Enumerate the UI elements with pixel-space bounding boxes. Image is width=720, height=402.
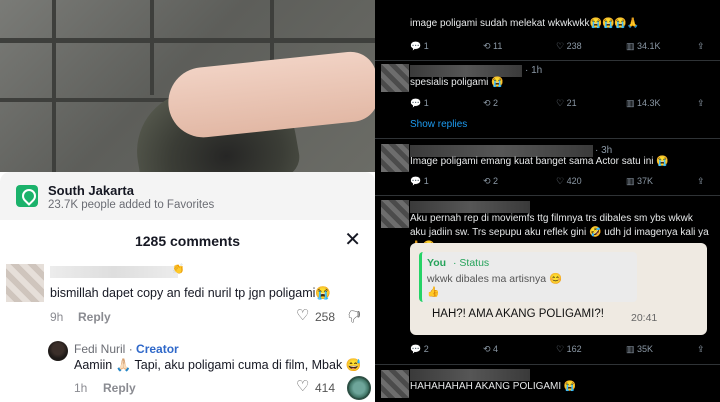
creator-badge: Creator [136, 342, 179, 356]
like-action[interactable]: ♡ 162 [556, 344, 582, 355]
reply-action[interactable]: 💬 1 [410, 41, 429, 52]
divider [375, 138, 720, 139]
close-icon[interactable]: ✕ [344, 229, 361, 251]
comments-count-title: 1285 comments [134, 233, 241, 249]
views-action[interactable]: ▥ 14.3K [626, 98, 661, 109]
like-count: 258 [315, 310, 336, 324]
tweet-avatar[interactable] [381, 370, 409, 398]
tweet-avatar[interactable] [381, 64, 409, 92]
location-favorites: 23.7K people added to Favorites [48, 199, 215, 211]
tweet-avatar[interactable] [381, 144, 409, 172]
hand-image [164, 49, 375, 141]
heart-icon[interactable]: ♡ [296, 377, 309, 395]
reply-action[interactable]: 💬 1 [410, 176, 429, 187]
commenter-name-emoji: 👏 [172, 264, 185, 275]
location-name: South Jakarta [48, 183, 134, 198]
share-action[interactable]: ⇪ [697, 98, 705, 109]
reply-action[interactable]: 💬 2 [410, 344, 429, 355]
location-bar[interactable]: South Jakarta 23.7K people added to Favo… [0, 172, 375, 220]
share-action[interactable]: ⇪ [697, 176, 705, 187]
sticker-icon[interactable] [347, 376, 371, 400]
creator-name: Fedi Nuril [74, 342, 126, 356]
creator-comment-age: 1h [74, 381, 88, 395]
show-replies-link[interactable]: Show replies [410, 119, 467, 130]
location-pin-icon [16, 185, 38, 207]
divider [375, 364, 720, 365]
comment-text: bismillah dapet copy an fedi nuril tp jg… [50, 286, 331, 300]
whatsapp-status-label: · Status [453, 257, 490, 269]
views-action[interactable]: ▥ 37K [626, 176, 653, 187]
retweet-action[interactable]: ⟲ 4 [483, 344, 498, 355]
whatsapp-time: 20:41 [631, 312, 658, 324]
like-action[interactable]: ♡ 238 [556, 41, 582, 52]
tweet-avatar[interactable] [381, 200, 409, 228]
creator-separator: · [128, 342, 137, 356]
tweet-text: image poligami sudah melekat wkwkwkk😭😭😭🙏 [410, 18, 640, 29]
heart-icon[interactable]: ♡ [296, 306, 309, 324]
tweet-text: Image poligami emang kuat banget sama Ac… [410, 156, 669, 167]
views-action[interactable]: ▥ 34.1K [626, 41, 661, 52]
like-action[interactable]: ♡ 21 [556, 98, 577, 109]
whatsapp-quoted-text: wkwk dibales ma artisnya 😊 [427, 273, 563, 285]
share-action[interactable]: ⇪ [697, 344, 705, 355]
video-frame[interactable] [0, 0, 375, 172]
tweet-text: spesialis poligami 😭 [410, 77, 504, 88]
views-action[interactable]: ▥ 35K [626, 344, 653, 355]
tweet-text: HAHAHAHAH AKANG POLIGAMI 😭 [410, 381, 577, 392]
comment-avatar[interactable] [6, 264, 44, 302]
like-action[interactable]: ♡ 420 [556, 176, 582, 187]
dislike-icon[interactable]: 🖓 [348, 308, 360, 330]
share-action[interactable]: ⇪ [697, 41, 705, 52]
divider [375, 60, 720, 61]
retweet-action[interactable]: ⟲ 2 [483, 176, 498, 187]
divider [375, 195, 720, 196]
whatsapp-message: HAH?! AMA AKANG POLIGAMI?! [432, 308, 604, 320]
reply-button[interactable]: Reply [78, 310, 111, 324]
tweet-time[interactable]: · 1h [525, 65, 542, 76]
comments-header: 1285 comments ✕ [0, 224, 375, 258]
thumbs-up-icon: 👍 [427, 287, 440, 298]
creator-name-line[interactable]: Fedi Nuril · Creator [74, 342, 179, 356]
retweet-action[interactable]: ⟲ 11 [483, 41, 502, 52]
retweet-action[interactable]: ⟲ 2 [483, 98, 498, 109]
creator-avatar[interactable] [48, 341, 68, 361]
comment-age: 9h [50, 310, 64, 324]
reply-button[interactable]: Reply [103, 381, 136, 395]
reply-action[interactable]: 💬 1 [410, 98, 429, 109]
like-count: 414 [315, 381, 336, 395]
commenter-name-blurred[interactable] [50, 266, 178, 278]
whatsapp-you-label: You [427, 257, 447, 269]
creator-comment-text: Aamiin 🙏🏻 Tapi, aku poligami cuma di fil… [74, 358, 362, 372]
